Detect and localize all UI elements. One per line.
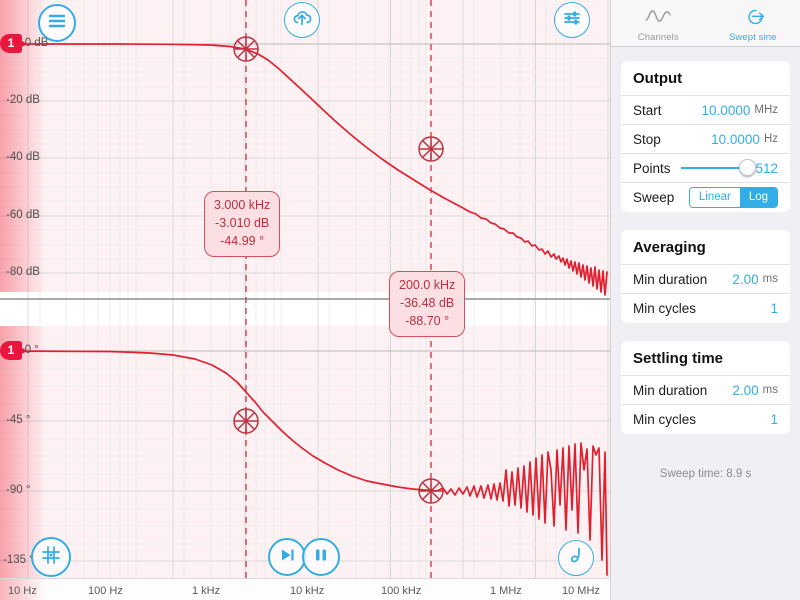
averaging-min-duration-unit: ms <box>762 273 778 285</box>
menu-icon <box>47 13 67 34</box>
y-tick-mag-80: -80 dB <box>6 266 40 278</box>
row-averaging-min-duration[interactable]: Min duration 2.00 ms <box>621 265 790 294</box>
row-settling-min-duration[interactable]: Min duration 2.00 ms <box>621 376 790 405</box>
y-tick-phase-45: -45 ° <box>6 414 31 426</box>
sweep-label: Sweep <box>633 190 675 205</box>
tab-channels-label: Channels <box>637 32 679 43</box>
y-tick-phase-90: -90 ° <box>6 484 31 496</box>
row-averaging-min-cycles[interactable]: Min cycles 1 <box>621 294 790 323</box>
x-tick-1khz: 1 kHz <box>192 585 221 597</box>
marker-badge-magnitude[interactable]: 1 <box>0 34 28 53</box>
signal-button[interactable] <box>558 540 594 576</box>
averaging-min-duration-label: Min duration <box>633 271 708 287</box>
cursor-callout-b[interactable]: 200.0 kHz -36.48 dB -88.70 ° <box>389 271 466 338</box>
waveform-icon <box>565 545 587 572</box>
tab-swept-sine-label: Swept sine <box>729 32 777 43</box>
app-root: +0 dB -20 dB -40 dB -60 dB -80 dB +0 ° -… <box>0 0 800 600</box>
cursor-b-magnitude: -36.48 dB <box>400 295 455 310</box>
averaging-min-cycles-label: Min cycles <box>633 301 697 316</box>
y-tick-mag-20: -20 dB <box>6 94 40 106</box>
row-points[interactable]: Points 512 <box>621 154 790 183</box>
marker-badge-phase[interactable]: 1 <box>0 341 28 360</box>
swept-sine-arrow-icon <box>738 6 768 31</box>
start-unit: MHz <box>754 104 778 116</box>
output-card: Output Start 10.0000 MHz Stop 10.0000 Hz… <box>621 61 790 212</box>
settling-card-title: Settling time <box>621 341 790 376</box>
sweep-segmented-control[interactable]: Linear Log <box>688 187 778 208</box>
x-tick-10hz: 10 Hz <box>8 585 37 597</box>
settling-min-cycles-label: Min cycles <box>633 412 697 427</box>
averaging-card-title: Averaging <box>621 230 790 265</box>
cursor-a-freq: 3.000 kHz <box>214 198 271 212</box>
settling-min-duration-unit: ms <box>762 384 778 396</box>
sidebar: Channels Swept sine Output Start 10.0000… <box>610 0 800 600</box>
tab-channels[interactable]: Channels <box>611 0 706 46</box>
sine-wave-icon <box>643 6 673 31</box>
points-slider[interactable] <box>671 159 757 176</box>
bode-plot-svg <box>0 0 610 578</box>
pause-icon <box>312 546 330 569</box>
y-tick-phase-135: -135 ° <box>3 554 34 566</box>
cursor-b-phase: -88.70 ° <box>405 313 450 328</box>
averaging-min-cycles-value[interactable]: 1 <box>770 301 778 316</box>
averaging-min-duration-value[interactable]: 2.00 <box>732 272 758 287</box>
x-tick-100hz: 100 Hz <box>88 585 123 597</box>
x-tick-100khz: 100 kHz <box>381 585 422 597</box>
stop-value[interactable]: 10.0000 <box>711 132 760 147</box>
cursor-marker-mag-b <box>418 136 444 162</box>
points-slider-knob[interactable] <box>739 159 757 176</box>
x-tick-10khz: 10 kHz <box>290 585 325 597</box>
settling-min-cycles-value[interactable]: 1 <box>770 412 778 427</box>
averaging-card: Averaging Min duration 2.00 ms Min cycle… <box>621 230 790 323</box>
menu-button[interactable] <box>38 4 76 42</box>
settling-min-duration-value[interactable]: 2.00 <box>732 383 758 398</box>
sweep-option-log[interactable]: Log <box>739 188 777 207</box>
points-label: Points <box>633 160 671 176</box>
start-label: Start <box>633 102 662 118</box>
cursor-marker-mag-a <box>233 36 259 62</box>
cursor-callout-a[interactable]: 3.000 kHz -3.010 dB -44.99 ° <box>204 191 281 258</box>
y-tick-mag-60: -60 dB <box>6 209 40 221</box>
step-button[interactable] <box>268 538 306 576</box>
tab-bar: Channels Swept sine <box>611 0 800 47</box>
settling-time-card: Settling time Min duration 2.00 ms Min c… <box>621 341 790 434</box>
output-card-title: Output <box>621 61 790 96</box>
x-tick-10mhz: 10 MHz <box>562 585 600 597</box>
plot-area[interactable]: +0 dB -20 dB -40 dB -60 dB -80 dB +0 ° -… <box>0 0 610 600</box>
pause-button[interactable] <box>302 538 340 576</box>
cursor-marker-phase-a <box>233 408 259 434</box>
x-axis: 10 Hz 100 Hz 1 kHz 10 kHz 100 kHz 1 MHz … <box>0 578 610 600</box>
x-tick-1mhz: 1 MHz <box>490 585 522 597</box>
sweep-time-label: Sweep time: 8.9 s <box>659 468 752 480</box>
sweep-option-linear[interactable]: Linear <box>689 188 740 207</box>
stop-unit: Hz <box>763 133 778 145</box>
cursor-a-phase: -44.99 ° <box>220 233 265 248</box>
cursor-a-magnitude: -3.010 dB <box>215 215 270 230</box>
settling-min-duration-label: Min duration <box>633 382 708 398</box>
row-sweep-mode[interactable]: Sweep Linear Log <box>621 183 790 212</box>
share-button[interactable] <box>284 2 320 38</box>
points-value: 512 <box>755 160 778 176</box>
stop-label: Stop <box>633 131 661 147</box>
start-value[interactable]: 10.0000 <box>702 103 751 118</box>
step-forward-icon <box>277 546 297 569</box>
y-tick-mag-40: -40 dB <box>6 151 40 163</box>
settings-button[interactable] <box>554 2 590 38</box>
row-stop-frequency[interactable]: Stop 10.0000 Hz <box>621 125 790 154</box>
cloud-upload-icon <box>291 8 313 33</box>
cursor-b-freq: 200.0 kHz <box>399 278 456 292</box>
points-slider-track[interactable] <box>680 159 757 176</box>
row-start-frequency[interactable]: Start 10.0000 MHz <box>621 96 790 125</box>
tab-swept-sine[interactable]: Swept sine <box>706 0 800 46</box>
sliders-icon <box>561 8 583 33</box>
grid-button[interactable] <box>31 537 71 577</box>
row-settling-min-cycles[interactable]: Min cycles 1 <box>621 405 790 434</box>
cursor-marker-phase-b <box>418 478 444 504</box>
grid-icon <box>39 543 63 572</box>
